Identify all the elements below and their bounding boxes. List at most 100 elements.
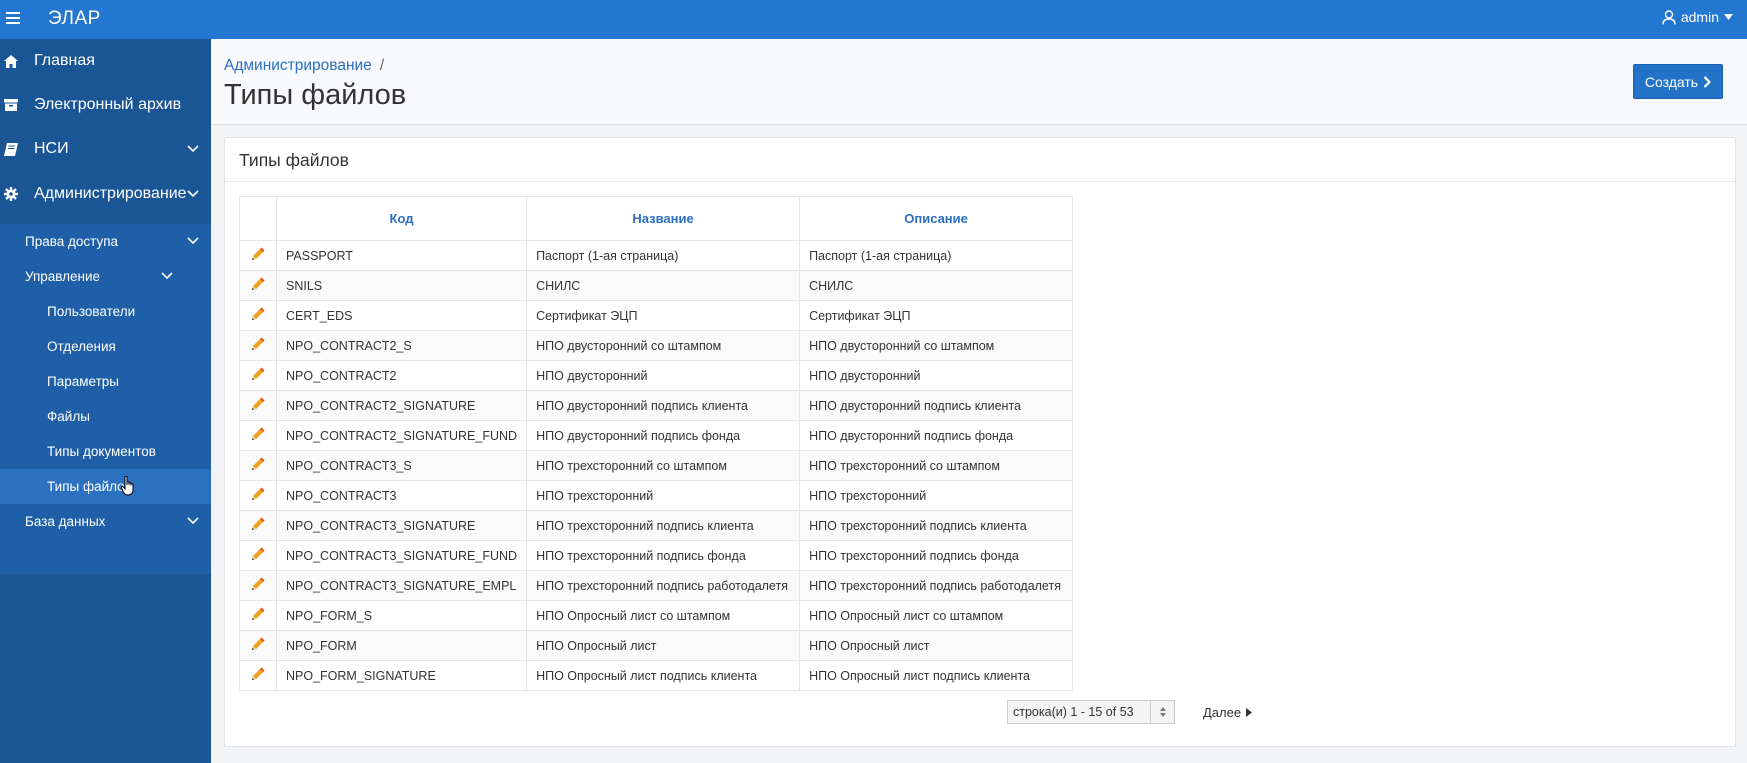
breadcrumb-link[interactable]: Администрирование xyxy=(224,57,372,74)
edit-row-button[interactable] xyxy=(239,450,277,481)
cell-code: NPO_FORM_S xyxy=(275,600,528,631)
sidebar-item-archive[interactable]: Электронный архив xyxy=(0,83,211,127)
edit-row-button[interactable] xyxy=(239,330,277,361)
sidebar-item-label: Электронный архив xyxy=(34,96,182,113)
sidebar-item-home[interactable]: Главная xyxy=(0,39,211,83)
pencil-icon xyxy=(250,247,266,265)
sidebar-item-administration[interactable]: Администрирование xyxy=(0,172,211,216)
table-row: NPO_FORM_SIGNATURE НПО Опросный лист подп… xyxy=(239,660,1074,691)
cell-description: НПО трехсторонний xyxy=(799,480,1074,511)
edit-row-button[interactable] xyxy=(239,510,277,541)
edit-row-button[interactable] xyxy=(239,540,277,571)
pencil-icon xyxy=(250,577,266,595)
sidebar-item-label: Администрирование xyxy=(34,185,187,202)
app-title[interactable]: ЭЛАР xyxy=(48,8,101,30)
cell-name: СНИЛС xyxy=(526,270,801,301)
cell-name: Паспорт (1-ая страница) xyxy=(526,240,801,271)
next-page-link[interactable]: Далее xyxy=(1203,704,1253,720)
breadcrumb-separator: / xyxy=(379,57,385,74)
cell-code: SNILS xyxy=(275,270,528,301)
edit-column-header xyxy=(239,196,277,241)
cell-code: NPO_FORM xyxy=(275,630,528,661)
next-page-label: Далее xyxy=(1203,704,1242,720)
column-header-description[interactable]: Описание xyxy=(799,196,1074,241)
table-row: NPO_CONTRACT2_S НПО двусторонний со штамп… xyxy=(239,330,1074,361)
book-icon xyxy=(4,142,18,156)
gear-icon xyxy=(4,187,18,201)
cell-code: NPO_CONTRACT3_SIGNATURE xyxy=(275,510,528,541)
pencil-icon xyxy=(250,547,266,565)
edit-row-button[interactable] xyxy=(239,570,277,601)
cell-name: НПО Опросный лист со штампом xyxy=(526,600,801,631)
cell-description: НПО двусторонний подпись фонда xyxy=(799,420,1074,451)
report-region: Типы файлов Код Название Описание PASSPO… xyxy=(224,137,1736,747)
rows-range-select[interactable]: строка(и) 1 - 15 of 53 xyxy=(1007,700,1175,724)
cell-description: НПО двусторонний подпись клиента xyxy=(799,390,1074,421)
edit-row-button[interactable] xyxy=(239,300,277,331)
table-row: PASSPORT Паспорт (1-ая страница) Паспорт (… xyxy=(239,240,1074,271)
sidebar-item-access-rights[interactable]: Права доступа xyxy=(0,224,211,259)
sidebar-item-nsi[interactable]: НСИ xyxy=(0,127,211,171)
table-row: NPO_CONTRACT2_SIGNATURE НПО двусторонний … xyxy=(239,390,1074,421)
cell-code: NPO_FORM_SIGNATURE xyxy=(275,660,528,691)
cell-description: НПО двусторонний xyxy=(799,360,1074,391)
sidebar-item-database[interactable]: База данных xyxy=(0,504,211,539)
cell-name: Сертификат ЭЦП xyxy=(526,300,801,331)
pencil-icon xyxy=(250,517,266,535)
pagination: строка(и) 1 - 15 of 53 Далее xyxy=(1007,700,1253,724)
sidebar-item-label: Отделения xyxy=(47,339,116,354)
sidebar-item-files[interactable]: Файлы xyxy=(0,399,211,434)
chevron-down-icon xyxy=(187,190,199,198)
table-row: NPO_CONTRACT3 НПО трехсторонний НПО трехст… xyxy=(239,480,1074,511)
select-arrows-icon xyxy=(1150,701,1174,723)
edit-row-button[interactable] xyxy=(239,600,277,631)
cell-code: NPO_CONTRACT2_S xyxy=(275,330,528,361)
sidebar-item-departments[interactable]: Отделения xyxy=(0,329,211,364)
sidebar-item-users[interactable]: Пользователи xyxy=(0,294,211,329)
edit-row-button[interactable] xyxy=(239,660,277,691)
sidebar-item-parameters[interactable]: Параметры xyxy=(0,364,211,399)
region-header: Типы файлов xyxy=(225,138,1735,182)
cell-name: НПО Опросный лист xyxy=(526,630,801,661)
cell-description: Сертификат ЭЦП xyxy=(799,300,1074,331)
cell-description: НПО Опросный лист подпись клиента xyxy=(799,660,1074,691)
table-row: NPO_CONTRACT3_S НПО трехсторонний со штам… xyxy=(239,450,1074,481)
breadcrumb: Администрирование / xyxy=(224,57,384,75)
page-header: Администрирование / Типы файлов Создать xyxy=(211,39,1747,125)
create-button[interactable]: Создать xyxy=(1633,64,1723,99)
create-button-label: Создать xyxy=(1644,73,1699,90)
pencil-icon xyxy=(250,277,266,295)
edit-row-button[interactable] xyxy=(239,270,277,301)
menu-icon[interactable] xyxy=(6,12,20,24)
archive-icon xyxy=(4,98,18,112)
cell-name: НПО трехсторонний подпись фонда xyxy=(526,540,801,571)
column-header-name[interactable]: Название xyxy=(526,196,801,241)
file-types-table: Код Название Описание PASSPORT Паспорт (1… xyxy=(239,196,1074,691)
cell-description: НПО трехсторонний подпись клиента xyxy=(799,510,1074,541)
column-header-code[interactable]: Код xyxy=(275,196,528,241)
cell-code: NPO_CONTRACT2_SIGNATURE_FUND xyxy=(275,420,528,451)
cell-description: НПО трехсторонний со штампом xyxy=(799,450,1074,481)
table-row: NPO_CONTRACT3_SIGNATURE_EMPL НПО трехстор… xyxy=(239,570,1074,601)
sidebar-item-file-types[interactable]: Типы файлов xyxy=(0,469,211,504)
sidebar-item-doc-types[interactable]: Типы документов xyxy=(0,434,211,469)
pencil-icon xyxy=(250,667,266,685)
user-menu[interactable]: admin xyxy=(1662,9,1733,25)
cell-name: НПО двусторонний со штампом xyxy=(526,330,801,361)
edit-row-button[interactable] xyxy=(239,420,277,451)
cell-name: НПО Опросный лист подпись клиента xyxy=(526,660,801,691)
sidebar: Главная Электронный архив НСИ Администри… xyxy=(0,39,211,763)
edit-row-button[interactable] xyxy=(239,630,277,661)
cell-code: PASSPORT xyxy=(275,240,528,271)
edit-row-button[interactable] xyxy=(239,480,277,511)
edit-row-button[interactable] xyxy=(239,390,277,421)
edit-row-button[interactable] xyxy=(239,360,277,391)
cell-description: СНИЛС xyxy=(799,270,1074,301)
edit-row-button[interactable] xyxy=(239,240,277,271)
cell-code: NPO_CONTRACT2_SIGNATURE xyxy=(275,390,528,421)
sidebar-item-label: Права доступа xyxy=(25,234,119,249)
table-row: NPO_CONTRACT3_SIGNATURE НПО трехсторонний… xyxy=(239,510,1074,541)
cell-description: Паспорт (1-ая страница) xyxy=(799,240,1074,271)
sidebar-item-management[interactable]: Управление xyxy=(0,259,211,294)
table-row: NPO_FORM НПО Опросный лист НПО Опросный ли… xyxy=(239,630,1074,661)
